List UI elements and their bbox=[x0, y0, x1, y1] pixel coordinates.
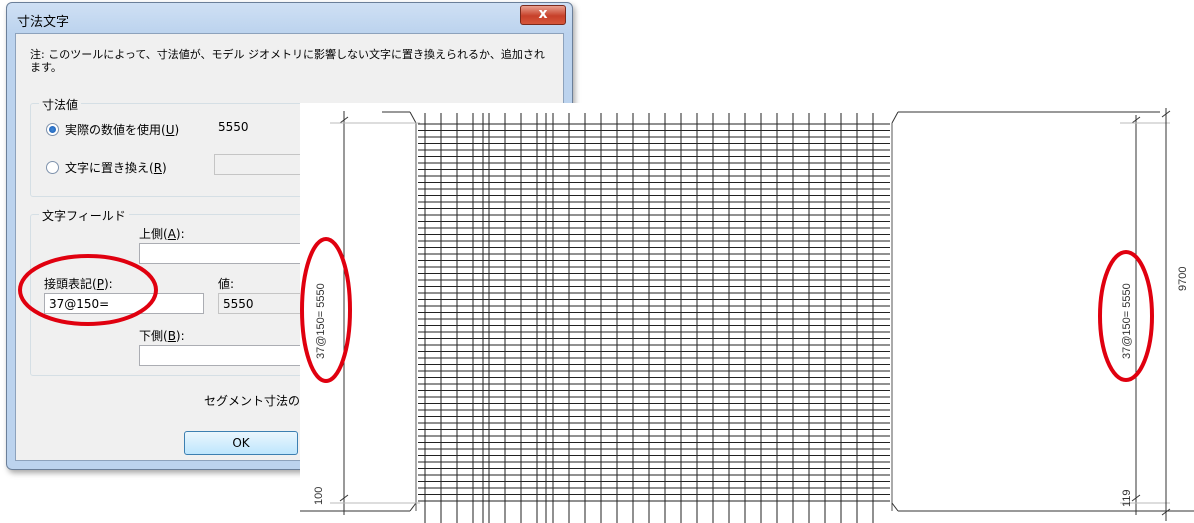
bottom-right-dimension-text: 119 bbox=[1121, 489, 1133, 507]
bottom-left-dimension-text: 100 bbox=[313, 487, 325, 505]
left-dimension-text: 37@150= 5550 bbox=[315, 283, 327, 359]
prefix-highlight-ellipse bbox=[18, 254, 158, 326]
rebar-drawing: 37@150= 5550 37@150= 5550 9700 100 119 bbox=[300, 108, 1194, 523]
total-dimension-text: 9700 bbox=[1177, 267, 1189, 291]
dimension-labels: 37@150= 5550 37@150= 5550 9700 100 119 bbox=[313, 267, 1189, 507]
right-dimension-text: 37@150= 5550 bbox=[1121, 283, 1133, 359]
revit-drawing-view[interactable]: 37@150= 5550 37@150= 5550 9700 100 119 bbox=[300, 103, 1194, 523]
rebar-grid bbox=[418, 113, 890, 523]
